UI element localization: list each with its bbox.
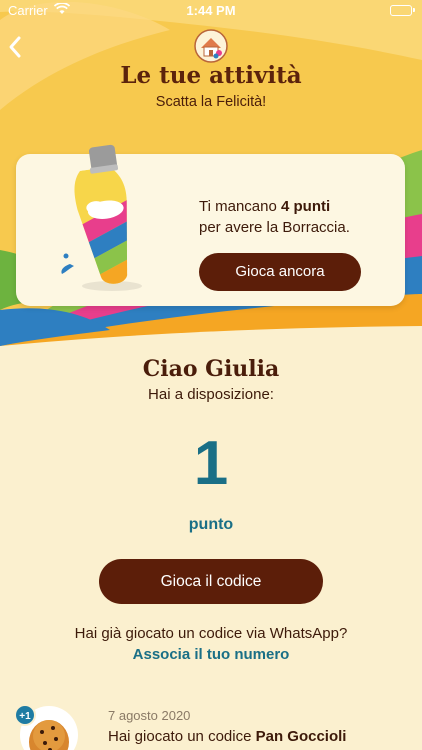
play-again-button[interactable]: Gioca ancora — [199, 253, 361, 291]
activity-date: 7 agosto 2020 — [108, 708, 191, 723]
back-button[interactable] — [4, 32, 28, 62]
whatsapp-question: Hai già giocato un codice via WhatsApp? — [74, 625, 348, 642]
brand-logo-icon — [193, 28, 229, 64]
page-subtitle: Scatta la Felicità! — [155, 94, 267, 110]
status-time: 1:44 PM — [186, 3, 236, 18]
battery-icon — [390, 5, 415, 16]
available-label: Hai a disposizione: — [148, 386, 274, 403]
link-number-link[interactable]: Associa il tuo numero — [0, 646, 422, 663]
greeting: Ciao Giulia — [142, 356, 280, 382]
points-badge: +1 — [14, 704, 36, 726]
activity-text-prefix: Hai giocato un codice — [108, 728, 256, 745]
promo-text-after: per avere la Borraccia. — [199, 219, 350, 236]
points-unit: punto — [188, 516, 234, 533]
status-bar: Carrier 1:44 PM — [0, 0, 422, 22]
promo-card: Ti mancano 4 punti per avere la Borracci… — [16, 144, 405, 306]
promo-text-before: Ti mancano — [199, 198, 281, 215]
activity-item[interactable]: +1 7 agosto 2020 Hai giocato un codice P… — [0, 698, 422, 750]
play-code-button[interactable]: Gioca il codice — [99, 559, 323, 604]
activity-text: Hai giocato un codice Pan Goccioli — [108, 728, 346, 745]
points-value: 1 — [193, 429, 229, 498]
promo-points-missing: 4 punti — [280, 198, 331, 215]
bottle-image — [61, 144, 142, 291]
page-title: Le tue attività — [120, 62, 302, 89]
header: Carrier 1:44 PM Le tue attività Scatta l… — [0, 0, 422, 346]
promo-text: Ti mancano 4 punti per avere la Borracci… — [199, 196, 399, 238]
chevron-left-icon — [9, 36, 21, 58]
activity-product: Pan Goccioli — [255, 728, 347, 745]
